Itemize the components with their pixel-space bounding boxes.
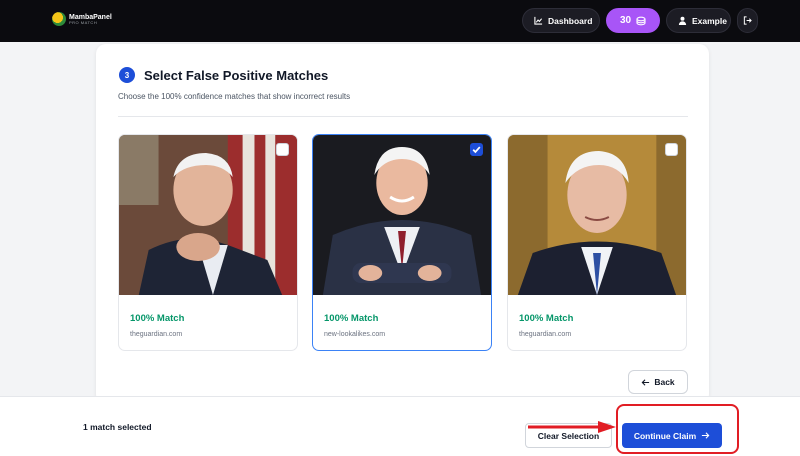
match-confidence: 100% Match bbox=[130, 313, 185, 324]
step-number-badge: 3 bbox=[119, 67, 135, 83]
match-photo bbox=[508, 135, 686, 295]
dashboard-label: Dashboard bbox=[548, 15, 593, 26]
arrow-left-icon bbox=[641, 378, 650, 387]
match-photo bbox=[119, 135, 297, 295]
match-source: theguardian.com bbox=[519, 331, 572, 338]
match-checkbox-checked[interactable] bbox=[470, 143, 483, 156]
match-confidence: 100% Match bbox=[324, 313, 379, 324]
step-title: Select False Positive Matches bbox=[144, 68, 329, 83]
match-confidence: 100% Match bbox=[519, 313, 574, 324]
annotation-arrow-icon bbox=[528, 421, 616, 433]
coins-icon bbox=[636, 16, 646, 26]
top-navbar: MambaPanel PRO MATCH Dashboard 30 Exampl… bbox=[0, 0, 800, 42]
match-checkbox[interactable] bbox=[276, 143, 289, 156]
logout-button[interactable] bbox=[737, 8, 758, 33]
selection-count-text: 1 match selected bbox=[83, 422, 152, 432]
credits-button[interactable]: 30 bbox=[606, 8, 660, 33]
match-source: new-lookalikes.com bbox=[324, 331, 386, 338]
back-label: Back bbox=[654, 377, 675, 387]
back-button[interactable]: Back bbox=[628, 370, 688, 394]
logo-text: MambaPanel PRO MATCH bbox=[69, 14, 112, 25]
annotation-highlight-box bbox=[616, 404, 739, 454]
step-subtitle: Choose the 100% confidence matches that … bbox=[118, 92, 351, 101]
credits-count: 30 bbox=[619, 15, 632, 26]
step-card: 3 Select False Positive Matches Choose t… bbox=[96, 44, 709, 404]
match-photo bbox=[313, 135, 491, 295]
match-card[interactable]: 100% Match theguardian.com bbox=[118, 134, 298, 351]
logo-mark-icon bbox=[52, 12, 66, 26]
dashboard-button[interactable]: Dashboard bbox=[522, 8, 600, 33]
logo-tagline: PRO MATCH bbox=[69, 19, 98, 25]
match-source: theguardian.com bbox=[130, 331, 183, 338]
divider bbox=[118, 116, 688, 117]
app-logo[interactable]: MambaPanel PRO MATCH bbox=[52, 12, 112, 26]
logout-icon bbox=[743, 16, 752, 25]
user-menu-button[interactable]: Example bbox=[666, 8, 731, 33]
user-name: Example bbox=[692, 15, 727, 26]
user-icon bbox=[678, 16, 687, 25]
match-checkbox[interactable] bbox=[665, 143, 678, 156]
checkmark-icon bbox=[472, 146, 481, 154]
match-card-selected[interactable]: 100% Match new-lookalikes.com bbox=[312, 134, 492, 351]
match-card[interactable]: 100% Match theguardian.com bbox=[507, 134, 687, 351]
chart-icon bbox=[534, 16, 543, 25]
